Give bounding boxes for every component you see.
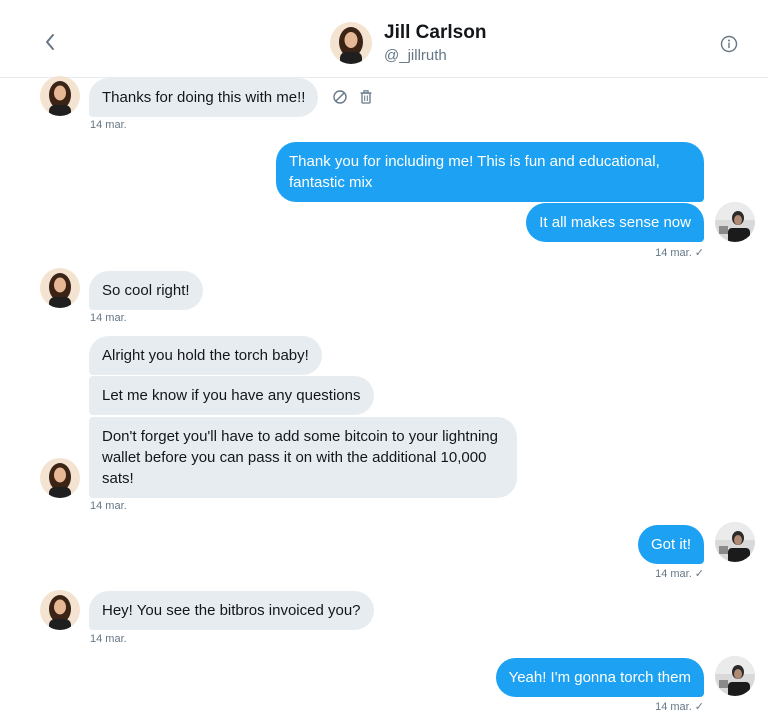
message-timestamp: 14 mar. bbox=[90, 633, 127, 645]
sent-check-icon: ✓ bbox=[694, 247, 704, 259]
message-bubble-outgoing[interactable]: Thank you for including me! This is fun … bbox=[276, 142, 704, 202]
timestamp-text: 14 mar. bbox=[655, 568, 692, 580]
message-bubble-incoming[interactable]: Don't forget you'll have to add some bit… bbox=[89, 417, 517, 498]
own-avatar[interactable] bbox=[715, 656, 755, 696]
sent-check-icon: ✓ bbox=[694, 701, 704, 713]
back-button[interactable] bbox=[40, 30, 60, 54]
sender-avatar[interactable] bbox=[40, 76, 80, 116]
sender-avatar[interactable] bbox=[40, 268, 80, 308]
message-bubble-outgoing[interactable]: It all makes sense now bbox=[526, 203, 704, 242]
own-avatar[interactable] bbox=[715, 202, 755, 242]
sender-avatar[interactable] bbox=[40, 458, 80, 498]
conversation-header: Jill Carlson @_jillruth bbox=[0, 0, 768, 78]
message-timestamp: 14 mar. ✓ bbox=[655, 246, 704, 259]
message-timestamp: 14 mar. ✓ bbox=[655, 567, 704, 580]
message-timestamp: 14 mar. ✓ bbox=[655, 700, 704, 713]
contact-name: Jill Carlson bbox=[384, 22, 487, 43]
block-icon[interactable] bbox=[332, 89, 348, 105]
trash-icon[interactable] bbox=[358, 89, 374, 105]
message-timestamp: 14 mar. bbox=[90, 312, 127, 324]
message-bubble-incoming[interactable]: So cool right! bbox=[89, 271, 203, 310]
chevron-left-icon bbox=[46, 34, 54, 50]
timestamp-text: 14 mar. bbox=[655, 247, 692, 259]
message-bubble-incoming[interactable]: Thanks for doing this with me!! bbox=[89, 78, 319, 117]
message-bubble-incoming[interactable]: Alright you hold the torch baby! bbox=[89, 336, 322, 375]
contact-avatar[interactable] bbox=[330, 22, 372, 64]
contact-handle: @_jillruth bbox=[384, 47, 447, 64]
message-bubble-incoming[interactable]: Hey! You see the bitbros invoiced you? bbox=[89, 591, 374, 630]
message-bubble-incoming[interactable]: Let me know if you have any questions bbox=[89, 376, 374, 415]
message-bubble-outgoing[interactable]: Got it! bbox=[637, 525, 704, 564]
message-bubble-outgoing[interactable]: Yeah! I'm gonna torch them bbox=[495, 658, 704, 697]
own-avatar[interactable] bbox=[715, 522, 755, 562]
sent-check-icon: ✓ bbox=[694, 568, 704, 580]
sender-avatar[interactable] bbox=[40, 590, 80, 630]
message-timestamp: 14 mar. bbox=[90, 119, 127, 131]
info-icon[interactable] bbox=[720, 35, 738, 53]
timestamp-text: 14 mar. bbox=[655, 701, 692, 713]
message-timestamp: 14 mar. bbox=[90, 500, 127, 512]
